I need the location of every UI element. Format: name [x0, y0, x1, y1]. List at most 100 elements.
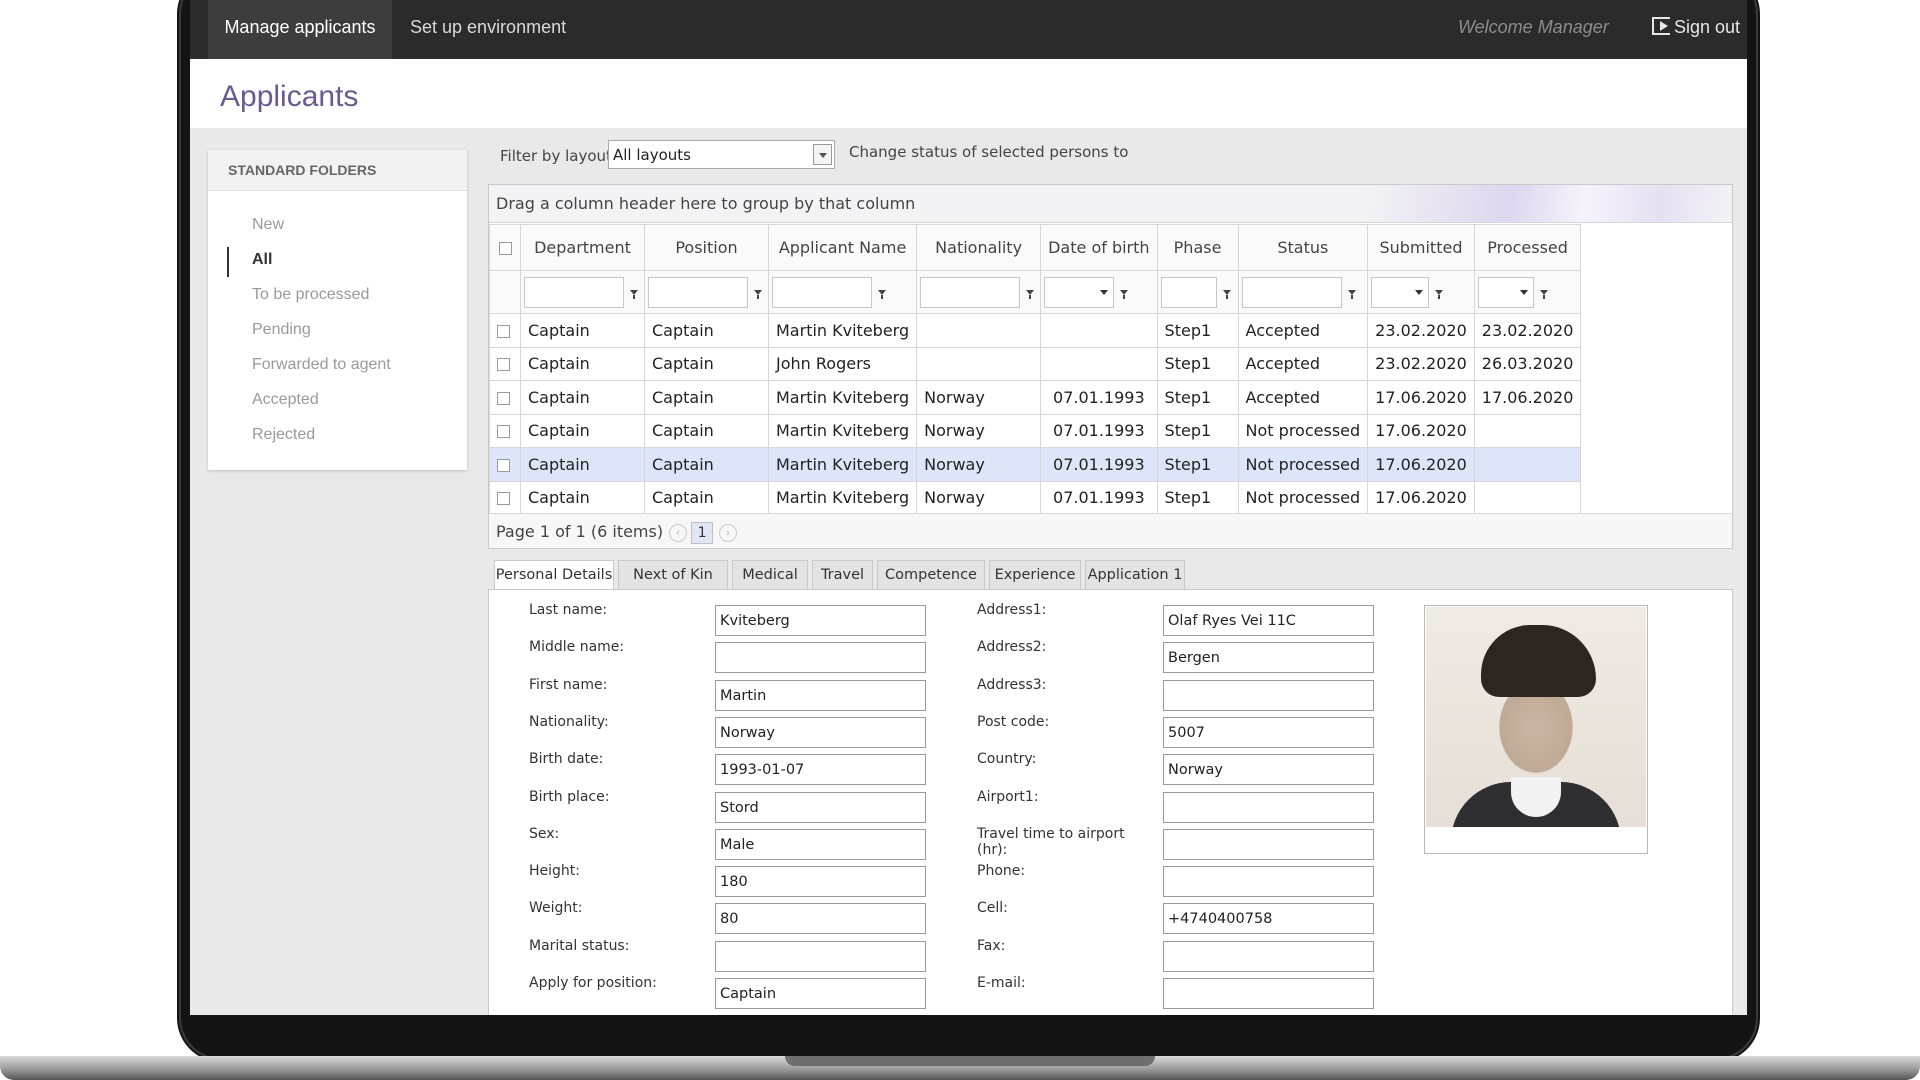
- filter-input-department[interactable]: [524, 276, 624, 308]
- table-row[interactable]: Captain Captain Martin Kviteberg Norway 07.0…: [489, 480, 1582, 515]
- cell-submitted: 17.06.2020: [1367, 380, 1475, 415]
- field-post-code[interactable]: 5007: [1163, 716, 1374, 748]
- filter-input-status[interactable]: [1241, 276, 1342, 308]
- field-nationality[interactable]: Norway: [715, 716, 926, 748]
- column-header-status[interactable]: Status: [1237, 224, 1369, 271]
- field-travel-time-to-airport-hr[interactable]: [1163, 828, 1374, 860]
- tab-application-1[interactable]: Application 1: [1085, 560, 1185, 589]
- field-weight[interactable]: 80: [715, 903, 926, 935]
- cell-applicant-name: Martin Kviteberg: [767, 480, 918, 515]
- sidebar-item-rejected[interactable]: Rejected: [208, 422, 467, 457]
- column-header-date-of-birth[interactable]: Date of birth: [1040, 224, 1158, 271]
- chevron-down-icon[interactable]: [813, 144, 832, 165]
- field-first-name[interactable]: Martin: [715, 679, 926, 711]
- tab-experience[interactable]: Experience: [989, 560, 1081, 589]
- nav-set-up-environment[interactable]: Set up environment: [410, 0, 566, 59]
- layout-select[interactable]: All layouts: [608, 140, 835, 169]
- row-select-cell: [489, 380, 521, 415]
- table-row[interactable]: Captain Captain Martin Kviteberg Step1 Accep…: [489, 313, 1582, 348]
- sidebar-item-forwarded-to-agent[interactable]: Forwarded to agent: [208, 352, 467, 387]
- column-header-applicant-name[interactable]: Applicant Name: [767, 224, 918, 271]
- row-checkbox[interactable]: [497, 492, 510, 506]
- tab-travel[interactable]: Travel: [812, 560, 873, 589]
- filter-funnel-icon[interactable]: [1539, 289, 1548, 299]
- field-country[interactable]: Norway: [1163, 754, 1374, 786]
- sidebar-item-new[interactable]: New: [208, 212, 467, 247]
- field-phone[interactable]: [1163, 866, 1374, 898]
- tab-personal-details[interactable]: Personal Details: [494, 560, 614, 591]
- row-checkbox[interactable]: [497, 391, 510, 405]
- row-checkbox[interactable]: [497, 458, 510, 472]
- filter-funnel-icon[interactable]: [1222, 289, 1231, 299]
- field-cell[interactable]: +4740400758: [1163, 903, 1374, 935]
- field-birth-date[interactable]: 1993-01-07: [715, 754, 926, 786]
- column-header-phase[interactable]: Phase: [1156, 224, 1239, 271]
- table-row[interactable]: Captain Captain John Rogers Step1 Accepted 23…: [489, 346, 1582, 381]
- sidebar-item-all[interactable]: All: [208, 247, 467, 282]
- tab-competence[interactable]: Competence: [877, 560, 985, 589]
- laptop-notch: [785, 1056, 1155, 1066]
- sidebar-item-pending[interactable]: Pending: [208, 317, 467, 352]
- cell-date-of-birth: 07.01.1993: [1040, 480, 1158, 515]
- field-middle-name[interactable]: [715, 642, 926, 674]
- table-row[interactable]: Captain Captain Martin Kviteberg Norway 07.0…: [489, 447, 1582, 482]
- standard-folders-panel: STANDARD FOLDERS New All To be processed Pe…: [208, 150, 467, 470]
- filter-input-nationality[interactable]: [920, 276, 1021, 308]
- column-header-nationality[interactable]: Nationality: [916, 224, 1042, 271]
- prev-page-icon[interactable]: ‹: [669, 523, 688, 542]
- field-label-birth-place: Birth place:: [529, 788, 610, 805]
- tab-medical[interactable]: Medical: [732, 560, 808, 589]
- filter-input-applicant-name[interactable]: [772, 276, 872, 308]
- select-all-checkbox[interactable]: [498, 242, 512, 255]
- cell-nationality: [916, 346, 1042, 381]
- folder-list: New All To be processed Pending Forwarded to…: [208, 212, 467, 457]
- field-birth-place[interactable]: Stord: [715, 791, 926, 823]
- group-by-hint[interactable]: Drag a column header here to group by th…: [489, 185, 1732, 223]
- sidebar-item-to-be-processed[interactable]: To be processed: [208, 282, 467, 317]
- page-number-button[interactable]: 1: [691, 521, 714, 544]
- row-checkbox[interactable]: [497, 358, 510, 372]
- row-checkbox[interactable]: [497, 324, 510, 338]
- filter-funnel-icon[interactable]: [878, 289, 886, 299]
- field-airport1[interactable]: [1163, 791, 1374, 823]
- field-sex[interactable]: Male: [715, 828, 926, 860]
- filter-funnel-icon[interactable]: [1347, 289, 1356, 299]
- field-fax[interactable]: [1163, 940, 1374, 972]
- filter-input-date-of-birth[interactable]: [1044, 276, 1115, 308]
- filter-input-processed[interactable]: [1477, 276, 1534, 308]
- field-marital-status[interactable]: [715, 940, 926, 972]
- filter-input-position[interactable]: [648, 276, 748, 308]
- filter-funnel-icon[interactable]: [1026, 289, 1035, 299]
- column-header-processed[interactable]: Processed: [1473, 224, 1582, 271]
- row-checkbox[interactable]: [497, 425, 510, 439]
- filter-input-submitted[interactable]: [1371, 276, 1430, 308]
- nav-manage-applicants[interactable]: Manage applicants: [208, 0, 392, 59]
- column-header-department[interactable]: Department: [520, 224, 645, 271]
- field-label-address2: Address2:: [977, 639, 1047, 656]
- field-e-mail[interactable]: [1163, 978, 1374, 1009]
- column-header-position[interactable]: Position: [644, 224, 769, 271]
- field-address1[interactable]: Olaf Ryes Vei 11C: [1163, 605, 1374, 636]
- field-height[interactable]: 180: [715, 866, 926, 898]
- filter-funnel-icon[interactable]: [630, 289, 638, 299]
- filter-funnel-icon[interactable]: [1120, 289, 1129, 299]
- table-row[interactable]: Captain Captain Martin Kviteberg Norway 07.0…: [489, 380, 1582, 415]
- filter-cell-department: [520, 270, 645, 314]
- filter-input-phase[interactable]: [1160, 276, 1217, 308]
- cell-phase: Step1: [1156, 380, 1239, 415]
- field-apply-for-position[interactable]: Captain: [715, 978, 926, 1009]
- filter-funnel-icon[interactable]: [754, 289, 762, 299]
- sign-out-link[interactable]: Sign out: [1652, 0, 1740, 55]
- filter-funnel-icon[interactable]: [1435, 289, 1444, 299]
- cell-department: Captain: [520, 313, 645, 348]
- field-last-name[interactable]: Kviteberg: [715, 605, 926, 636]
- field-address3[interactable]: [1163, 679, 1374, 711]
- filter-cell-status: [1237, 270, 1369, 314]
- column-header-submitted[interactable]: Submitted: [1367, 224, 1475, 271]
- next-page-icon[interactable]: ›: [719, 523, 738, 542]
- table-row[interactable]: Captain Captain Martin Kviteberg Norway 07.0…: [489, 413, 1582, 448]
- sidebar-item-accepted[interactable]: Accepted: [208, 387, 467, 422]
- standard-folders-header: STANDARD FOLDERS: [208, 150, 467, 191]
- tab-next-of-kin[interactable]: Next of Kin: [618, 560, 728, 589]
- field-address2[interactable]: Bergen: [1163, 642, 1374, 674]
